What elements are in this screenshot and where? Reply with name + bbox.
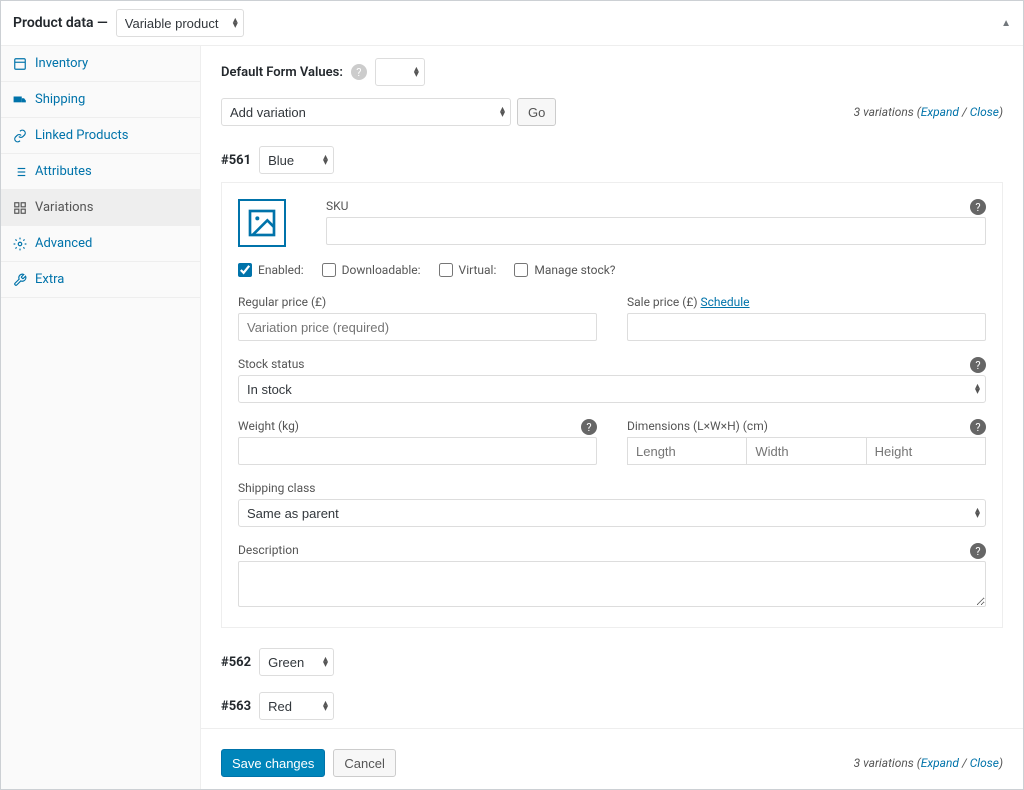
stock-status-label: Stock status ? [238,357,986,371]
virtual-checkbox[interactable]: Virtual: [439,263,497,277]
sidebar-item-label: Linked Products [35,128,128,143]
default-form-select[interactable]: ▴▾ [375,58,425,86]
help-icon[interactable]: ? [970,419,986,435]
variations-status-footer: 3 variations (Expand / Close) [854,756,1003,770]
shipping-class-label: Shipping class [238,481,986,495]
list-icon [13,165,27,179]
help-icon[interactable]: ? [970,199,986,215]
height-input[interactable] [866,437,986,465]
enabled-checkbox[interactable]: Enabled: [238,263,304,277]
stock-status-select[interactable]: In stock ▴▾ [238,375,986,403]
sidebar-item-advanced[interactable]: Advanced [1,226,200,262]
variation-attribute-select[interactable]: Red ▴▾ [259,692,334,720]
sidebar-item-variations[interactable]: Variations [1,190,200,226]
sku-label: SKU ? [326,199,986,213]
variation-header-562[interactable]: #562 Green ▴▾ [221,640,1003,684]
variation-id: #562 [221,655,251,670]
variation-attribute-select[interactable]: Green ▴▾ [259,648,334,676]
sidebar-item-label: Attributes [35,164,92,179]
weight-input[interactable] [238,437,597,465]
expand-link[interactable]: Expand [921,756,959,770]
add-variation-select[interactable]: Add variation ▴▾ [221,98,511,126]
go-button[interactable]: Go [517,98,556,126]
sidebar-item-label: Shipping [35,92,85,107]
manage-stock-checkbox[interactable]: Manage stock? [514,263,615,277]
expand-link[interactable]: Expand [921,105,959,119]
help-icon[interactable]: ? [581,419,597,435]
inventory-icon [13,57,27,71]
wrench-icon [13,273,27,287]
sidebar-item-inventory[interactable]: Inventory [1,46,200,82]
variations-main: Default Form Values: ? ▴▾ Add variation … [201,46,1023,789]
variation-id: #561 [221,153,251,168]
dimensions-label: Dimensions (L×W×H) (cm) ? [627,419,986,433]
help-icon[interactable]: ? [351,64,367,80]
variation-header-563[interactable]: #563 Red ▴▾ [221,684,1003,728]
sale-price-label: Sale price (£) Schedule [627,295,986,309]
sidebar-item-label: Inventory [35,56,88,71]
image-placeholder-icon [246,207,278,239]
close-link[interactable]: Close [970,105,999,119]
variation-header-561[interactable]: #561 Blue ▴▾ [221,138,1003,182]
regular-price-input[interactable] [238,313,597,341]
gear-icon [13,237,27,251]
weight-label: Weight (kg) ? [238,419,597,433]
panel-header: Product data — Variable product ▴▾ ▲ [1,1,1023,46]
sidebar-item-linked-products[interactable]: Linked Products [1,118,200,154]
schedule-link[interactable]: Schedule [701,295,750,309]
regular-price-label: Regular price (£) [238,295,597,309]
help-icon[interactable]: ? [970,357,986,373]
length-input[interactable] [627,437,747,465]
help-icon[interactable]: ? [970,543,986,559]
variation-attribute-select[interactable]: Blue ▴▾ [259,146,334,174]
product-data-sidebar: Inventory Shipping Linked Products Attri… [1,46,201,789]
grid-icon [13,201,27,215]
default-form-values-label: Default Form Values: [221,65,343,80]
panel-collapse-toggle[interactable]: ▲ [1001,18,1011,29]
product-data-panel: Product data — Variable product ▴▾ ▲ Inv… [0,0,1024,790]
variation-body-561: SKU ? Enabled: Downloadable: Virtual: Ma… [221,182,1003,628]
description-textarea[interactable] [238,561,986,607]
sidebar-item-extra[interactable]: Extra [1,262,200,298]
shipping-icon [13,93,27,107]
sale-price-input[interactable] [627,313,986,341]
variation-image-upload[interactable] [238,199,286,247]
variations-status: 3 variations (Expand / Close) [854,105,1003,119]
shipping-class-select[interactable]: Same as parent ▴▾ [238,499,986,527]
close-link[interactable]: Close [970,756,999,770]
width-input[interactable] [746,437,866,465]
sidebar-item-attributes[interactable]: Attributes [1,154,200,190]
sidebar-item-label: Extra [35,272,64,287]
panel-title: Product data — [13,15,108,31]
link-icon [13,129,27,143]
save-button[interactable]: Save changes [221,749,325,777]
product-type-select[interactable]: Variable product ▴▾ [116,9,244,37]
variation-id: #563 [221,699,251,714]
sku-input[interactable] [326,217,986,245]
description-label: Description ? [238,543,986,557]
sidebar-item-shipping[interactable]: Shipping [1,82,200,118]
sidebar-item-label: Advanced [35,236,92,251]
downloadable-checkbox[interactable]: Downloadable: [322,263,421,277]
sidebar-item-label: Variations [35,200,93,215]
cancel-button[interactable]: Cancel [333,749,395,777]
